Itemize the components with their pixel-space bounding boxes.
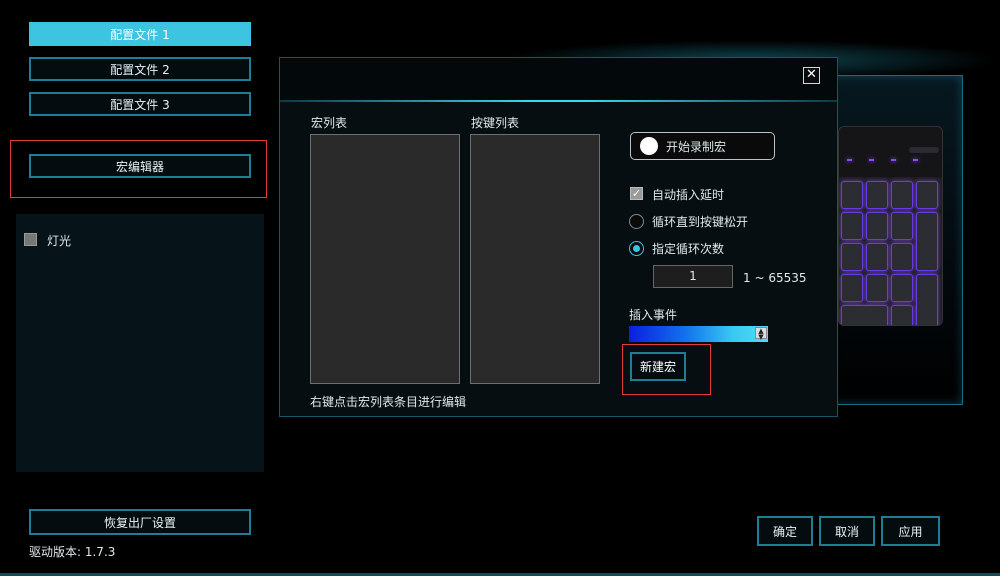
loop-until-release-label: 循环直到按键松开 (652, 215, 749, 229)
ok-button[interactable]: 确定 (757, 516, 813, 546)
auto-delay-checkbox[interactable]: ✓ (630, 187, 643, 200)
key-list[interactable] (470, 134, 600, 384)
loop-count-input[interactable]: 1 (653, 265, 733, 288)
macro-list-label: 宏列表 (311, 116, 348, 130)
insert-event-label: 插入事件 (629, 308, 678, 322)
new-macro-button[interactable]: 新建宏 (630, 352, 686, 381)
profile-2-button[interactable]: 配置文件 2 (29, 57, 251, 81)
keyboard-image (838, 126, 943, 326)
record-label: 开始录制宏 (666, 139, 727, 154)
loop-count-radio[interactable] (629, 241, 644, 256)
loop-until-release-radio[interactable] (629, 214, 644, 229)
loop-count-label: 指定循环次数 (652, 242, 725, 256)
macro-editor-button[interactable]: 宏编辑器 (29, 154, 251, 178)
lighting-panel (16, 214, 264, 472)
cancel-button[interactable]: 取消 (819, 516, 875, 546)
lighting-checkbox[interactable] (24, 233, 37, 246)
apply-button[interactable]: 应用 (881, 516, 940, 546)
lighting-label: 灯光 (47, 234, 72, 248)
profile-1-button[interactable]: 配置文件 1 (29, 22, 251, 46)
record-icon (640, 137, 658, 155)
key-list-label: 按键列表 (471, 116, 520, 130)
close-icon[interactable]: ✕ (803, 67, 820, 84)
profile-3-button[interactable]: 配置文件 3 (29, 92, 251, 116)
macro-list[interactable] (310, 134, 460, 384)
loop-range-label: 1 ~ 65535 (743, 271, 807, 285)
edit-hint: 右键点击宏列表条目进行编辑 (310, 395, 467, 409)
driver-version: 驱动版本: 1.7.3 (29, 545, 116, 559)
start-record-button[interactable]: 开始录制宏 (630, 132, 775, 160)
insert-event-select[interactable]: ▲ ▼ (629, 326, 768, 342)
factory-reset-button[interactable]: 恢复出厂设置 (29, 509, 251, 535)
spinner-icon[interactable]: ▲ ▼ (755, 327, 767, 341)
macro-editor-dialog: ✕ 宏列表 按键列表 右键点击宏列表条目进行编辑 开始录制宏 ✓ 自动插入延时 … (279, 57, 838, 417)
dialog-header (280, 58, 837, 102)
auto-delay-label: 自动插入延时 (652, 188, 725, 202)
